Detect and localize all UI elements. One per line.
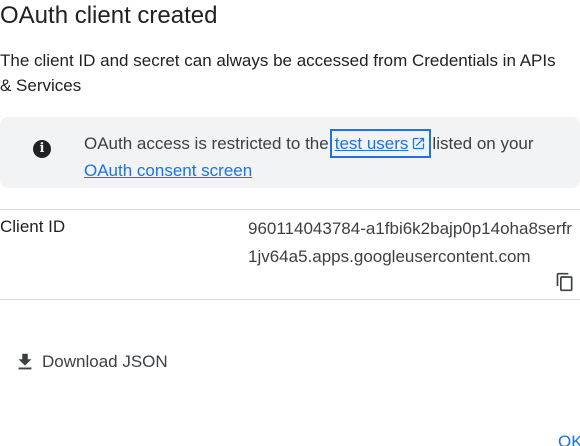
ok-button[interactable]: OK	[558, 432, 580, 446]
copy-icon[interactable]	[555, 272, 575, 292]
client-id-label: Client ID	[0, 217, 66, 236]
consent-screen-link[interactable]: OAuth consent screen	[84, 161, 252, 180]
info-icon: i	[33, 140, 51, 158]
banner-message: OAuth access is restricted to the test us…	[84, 129, 574, 183]
download-json-button[interactable]: Download JSON	[14, 348, 168, 376]
banner-text-middle: listed on your	[432, 134, 534, 153]
dialog-description: The client ID and secret can always be a…	[0, 51, 556, 95]
external-link-icon	[413, 137, 425, 150]
download-json-label: Download JSON	[42, 352, 168, 371]
test-users-link-focus[interactable]: test users	[329, 129, 432, 158]
divider-bottom	[0, 299, 580, 300]
test-users-link[interactable]: test users	[335, 134, 427, 153]
client-id-value: 960114043784-a1fbi6k2bajp0p14oha8serfr1j…	[248, 219, 572, 266]
download-icon	[18, 353, 32, 370]
banner-text-before: OAuth access is restricted to the	[84, 134, 329, 153]
divider-top	[0, 209, 580, 210]
dialog-title: OAuth client created	[0, 2, 218, 29]
